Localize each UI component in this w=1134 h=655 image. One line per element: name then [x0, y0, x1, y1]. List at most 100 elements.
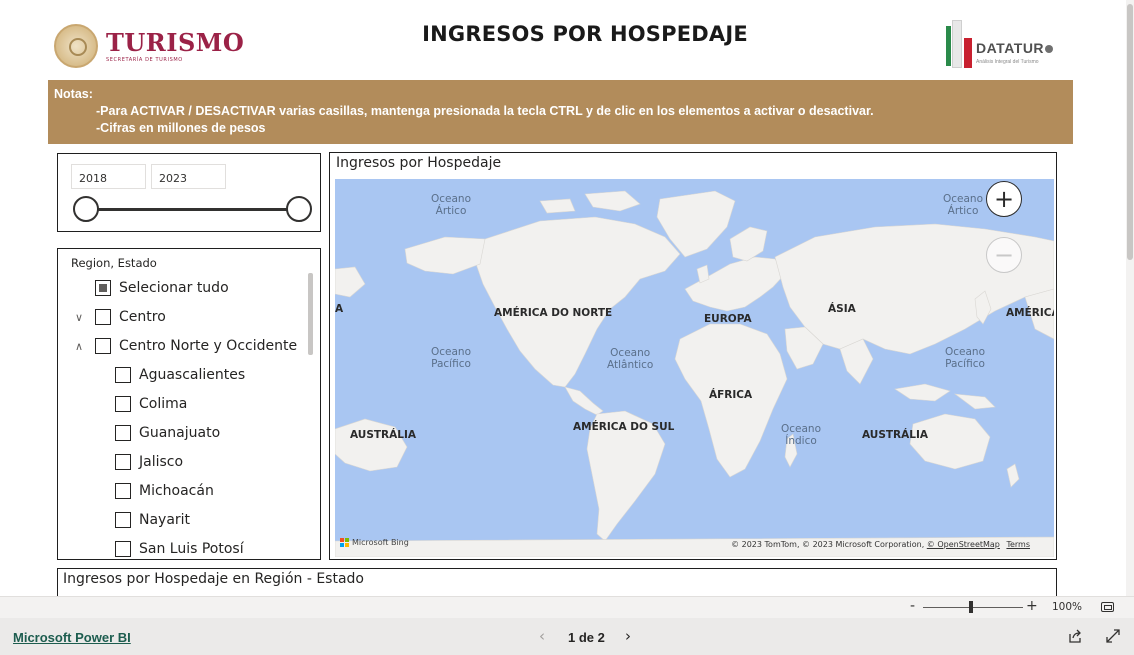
flag-icon: [946, 20, 972, 68]
fullscreen-icon[interactable]: [1105, 628, 1121, 644]
state-label: Aguascalientes: [139, 367, 246, 383]
chevron-left-icon[interactable]: ‹: [539, 627, 545, 645]
state-checkbox[interactable]: [115, 425, 131, 441]
powerbi-link[interactable]: Microsoft Power BI: [13, 630, 131, 645]
select-all-checkbox[interactable]: [95, 280, 111, 296]
zoom-bar: - + 100%: [0, 596, 1134, 618]
slicer-state-item[interactable]: Aguascalientes: [115, 363, 245, 387]
map-visual: Ingresos por Hospedaje Oceano Ártico Oce…: [329, 152, 1057, 560]
continent-label: ÁFRICA: [709, 389, 753, 401]
map-attribution: © 2023 TomTom, © 2023 Microsoft Corporat…: [731, 540, 1030, 549]
report-canvas: TURISMO SECRETARÍA DE TURISMO INGRESOS P…: [0, 0, 1134, 596]
slicer-state-item[interactable]: Jalisco: [115, 450, 183, 474]
region-state-table: Ingresos por Hospedaje en Región - Estad…: [57, 568, 1057, 596]
notes-line: -Para ACTIVAR / DESACTIVAR varias casill…: [96, 104, 874, 118]
group-label: Centro Norte y Occidente: [119, 338, 298, 354]
slicer-group-centro[interactable]: ∨ Centro: [73, 305, 166, 329]
slicer-header: Region, Estado: [71, 256, 157, 270]
ocean-label: Oceano Ártico: [943, 193, 984, 217]
minus-icon: −: [993, 241, 1015, 269]
datatur-logo: DATATUR Análisis Integral del Turismo: [944, 6, 1074, 68]
ocean-label: Oceano Pacífico: [945, 346, 986, 370]
slicer-state-item[interactable]: Guanajuato: [115, 421, 220, 445]
datatur-dot-icon: [1045, 45, 1054, 53]
zoom-in-button[interactable]: +: [1026, 598, 1038, 614]
continent-label: AMÉRICA DO SUL: [573, 421, 675, 433]
map-zoom-out-button[interactable]: −: [986, 237, 1022, 273]
fit-to-page-icon[interactable]: [1101, 602, 1114, 612]
footer-bar: Microsoft Power BI ‹ 1 de 2 ›: [0, 618, 1134, 655]
continent-label: ÁSIA: [828, 303, 856, 315]
state-label: San Luis Potosí: [139, 541, 244, 557]
zoom-slider-handle[interactable]: [969, 601, 973, 613]
page-scrollbar[interactable]: [1126, 0, 1134, 596]
notes-banner: Notas: -Para ACTIVAR / DESACTIVAR varias…: [48, 80, 1073, 144]
state-checkbox[interactable]: [115, 512, 131, 528]
datatur-tagline: Análisis Integral del Turismo: [976, 59, 1039, 65]
continent-label: A: [335, 303, 344, 315]
page-indicator: 1 de 2: [568, 630, 605, 645]
notes-line: -Cifras en millones de pesos: [96, 121, 266, 135]
year-slider-end-handle[interactable]: [286, 196, 312, 222]
group-checkbox[interactable]: [95, 309, 111, 325]
year-slider-start-handle[interactable]: [73, 196, 99, 222]
continent-label: EUROPA: [704, 313, 752, 325]
year-to-input[interactable]: 2023: [151, 164, 226, 189]
brand-subtitle: SECRETARÍA DE TURISMO: [106, 56, 183, 63]
continent-label: AMÉRICA DO NORTE: [494, 307, 613, 319]
group-label: Centro: [119, 309, 166, 325]
year-range-slicer: 2018 2023: [57, 153, 321, 232]
year-slider-track[interactable]: [86, 208, 300, 211]
state-label: Guanajuato: [139, 425, 221, 441]
state-label: Nayarit: [139, 512, 191, 528]
region-state-slicer: Region, Estado Selecionar tudo ∨ Centro …: [57, 248, 321, 560]
chevron-down-icon[interactable]: ∨: [73, 311, 85, 324]
map-title: Ingresos por Hospedaje: [336, 155, 502, 171]
select-all-item[interactable]: Selecionar tudo: [95, 276, 229, 300]
state-label: Colima: [139, 396, 188, 412]
turismo-logo: TURISMO SECRETARÍA DE TURISMO: [54, 22, 254, 70]
select-all-label: Selecionar tudo: [119, 280, 229, 296]
ocean-label: Oceano Atlântico: [607, 347, 654, 371]
zoom-percent: 100%: [1052, 601, 1083, 613]
chevron-up-icon[interactable]: ∧: [73, 340, 85, 353]
table-title: Ingresos por Hospedaje en Región - Estad…: [63, 571, 364, 587]
slicer-scrollbar[interactable]: [308, 273, 313, 355]
state-checkbox[interactable]: [115, 483, 131, 499]
state-checkbox[interactable]: [115, 367, 131, 383]
microsoft-logo-icon: [340, 538, 349, 547]
world-map[interactable]: Oceano Ártico Oceano Ártico Oceano Pacífico…: [335, 179, 1054, 557]
state-checkbox[interactable]: [115, 541, 131, 557]
page-title: INGRESOS POR HOSPEDAJE: [422, 22, 748, 46]
page-scrollbar-thumb[interactable]: [1127, 4, 1133, 260]
state-label: Michoacán: [139, 483, 214, 499]
slicer-state-item[interactable]: Michoacán: [115, 479, 214, 503]
terms-link[interactable]: Terms: [1006, 540, 1030, 549]
slicer-group-centro-norte[interactable]: ∧ Centro Norte y Occidente: [73, 334, 297, 358]
map-zoom-in-button[interactable]: +: [986, 181, 1022, 217]
state-checkbox[interactable]: [115, 454, 131, 470]
national-seal-icon: [54, 24, 98, 68]
notes-title: Notas:: [54, 87, 93, 101]
year-from-input[interactable]: 2018: [71, 164, 146, 189]
brand-name: TURISMO: [106, 27, 245, 57]
slicer-state-item[interactable]: Colima: [115, 392, 187, 416]
attribution-text: © 2023 TomTom, © 2023 Microsoft Corporat…: [731, 540, 925, 549]
continent-label: AUSTRÁLIA: [862, 429, 928, 441]
zoom-out-button[interactable]: -: [910, 598, 915, 614]
continent-label: AMÉRICA: [1006, 307, 1054, 319]
group-checkbox[interactable]: [95, 338, 111, 354]
map-provider-label: Microsoft Bing: [352, 538, 409, 547]
chevron-right-icon[interactable]: ›: [625, 627, 631, 645]
zoom-slider-track[interactable]: [923, 607, 1023, 608]
datatur-wordmark: DATATUR: [976, 40, 1045, 56]
share-icon[interactable]: [1067, 628, 1083, 644]
slicer-state-item[interactable]: San Luis Potosí: [115, 537, 244, 559]
slicer-state-item[interactable]: Nayarit: [115, 508, 190, 532]
ocean-label: Oceano Pacífico: [431, 346, 472, 370]
bing-logo: Microsoft Bing: [340, 538, 409, 547]
ocean-label: Oceano Índico: [781, 423, 822, 447]
state-checkbox[interactable]: [115, 396, 131, 412]
ocean-label: Oceano Ártico: [431, 193, 472, 217]
osm-link[interactable]: © OpenStreetMap: [927, 540, 1000, 549]
